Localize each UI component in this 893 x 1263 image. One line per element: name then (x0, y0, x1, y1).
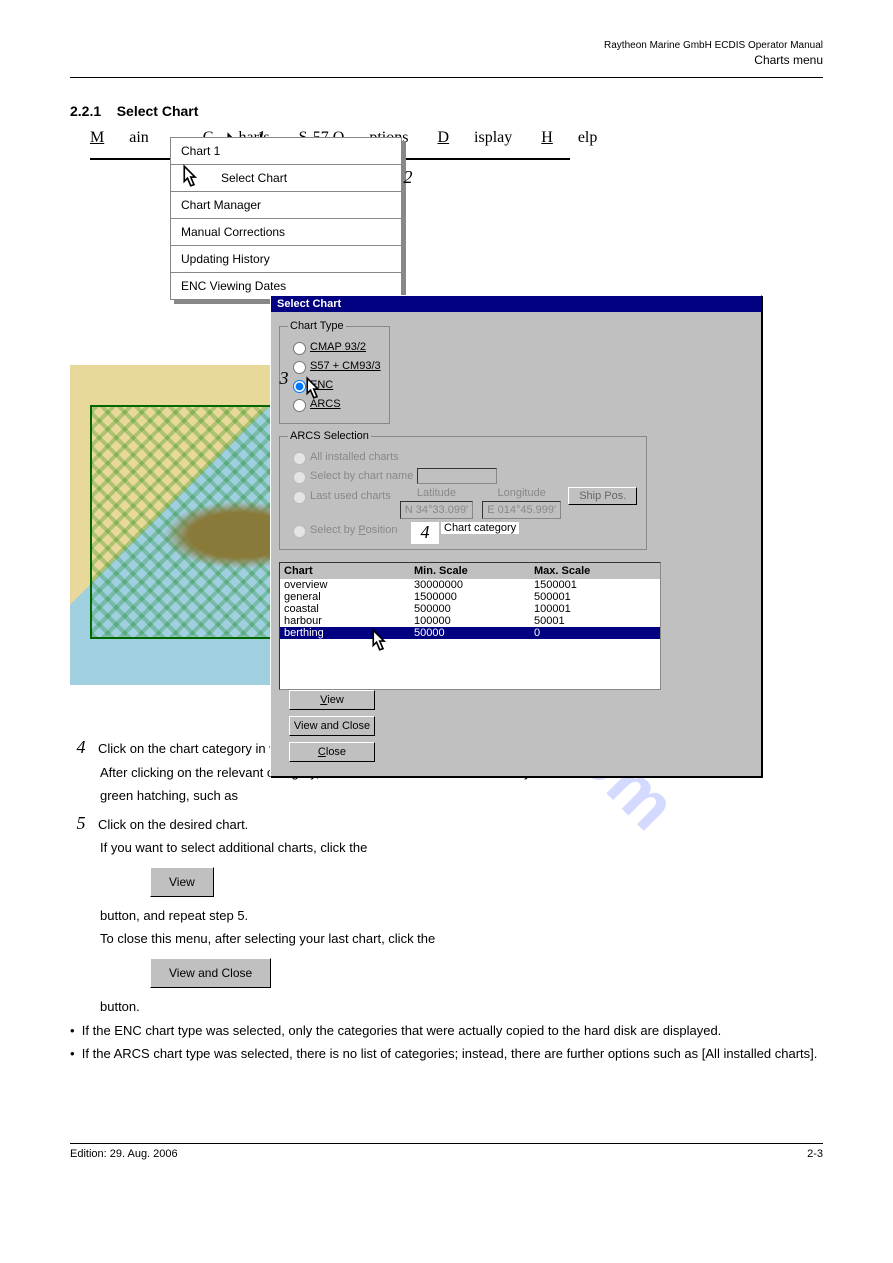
cursor-icon (304, 375, 330, 401)
ship-pos-button: Ship Pos. (568, 487, 637, 505)
chart-name-field (417, 468, 497, 484)
bullet-2: • If the ARCS chart type was selected, t… (70, 1045, 823, 1063)
radio-enc[interactable]: ENC (288, 377, 381, 393)
col-min: Min. Scale (414, 565, 534, 577)
footer-page: 2-3 (807, 1148, 823, 1160)
step-4: 4 (411, 522, 439, 544)
arcs-legend: ARCS Selection (288, 430, 371, 442)
inline-view-close-button: View and Close (150, 958, 271, 988)
lat-box: Latitude N 34°33.099' (400, 487, 473, 519)
inline-view-button: View (150, 867, 214, 897)
dialog-title: Select Chart (271, 296, 761, 312)
select-chart-dialog: Select Chart Chart Type CMAP 93/2 S57 + … (270, 295, 762, 777)
col-chart: Chart (284, 565, 414, 577)
step-3: 3 (273, 368, 295, 390)
section-title: Select Chart (117, 103, 199, 119)
col-max: Max. Scale (534, 565, 644, 577)
arcs-byname: Select by chart name (288, 468, 638, 484)
chart-type-legend: Chart Type (288, 320, 346, 332)
table-row-selected[interactable]: berthing500000 (280, 627, 660, 639)
section-heading: 2.2.1 Select Chart (70, 103, 823, 119)
table-row[interactable]: general1500000500001 (280, 591, 660, 603)
view-close-button[interactable]: View and Close (289, 716, 375, 736)
page-footer: Edition: 29. Aug. 2006 2-3 (70, 1143, 823, 1160)
radio-arcs[interactable]: ARCS (288, 396, 381, 412)
instructions-block: 4Click on the chart category in which th… (70, 735, 823, 1063)
menubar-figure: Main Charts S-57 Options Display Help 1 … (70, 129, 823, 705)
page-header: Raytheon Marine GmbH ECDIS Operator Manu… (70, 40, 823, 78)
cursor-icon (370, 627, 396, 653)
chart-category-table: Chart Min. Scale Max. Scale overview3000… (279, 562, 661, 690)
header-rule (70, 77, 823, 78)
section-number: 2.2.1 (70, 103, 101, 119)
table-row[interactable]: coastal500000100001 (280, 603, 660, 615)
bullet-1: • If the ENC chart type was selected, on… (70, 1022, 823, 1040)
table-row[interactable]: overview300000001500001 (280, 579, 660, 591)
menu-help[interactable]: Help (541, 129, 597, 146)
menu-display[interactable]: Display (437, 129, 512, 146)
header-section: Charts menu (70, 53, 823, 67)
book-title: Raytheon Marine GmbH ECDIS Operator Manu… (70, 40, 823, 51)
arcs-last: Last used charts Latitude N 34°33.099' L… (288, 487, 638, 519)
arcs-all: All installed charts (288, 449, 638, 465)
table-row[interactable]: harbour10000050001 (280, 615, 660, 627)
footer-edition: Edition: 29. Aug. 2006 (70, 1148, 178, 1160)
menu-main[interactable]: Main (90, 129, 174, 146)
step-4-note: Chart category (441, 522, 519, 534)
close-button[interactable]: Close (289, 742, 375, 762)
radio-s57[interactable]: S57 + CM93/3 (288, 358, 381, 374)
view-button[interactable]: View (289, 690, 375, 710)
dropdown-chart1[interactable]: Chart 1 (171, 138, 401, 165)
radio-cmap[interactable]: CMAP 93/2 (288, 339, 381, 355)
lon-box: Longitude E 014°45.999' (482, 487, 561, 519)
